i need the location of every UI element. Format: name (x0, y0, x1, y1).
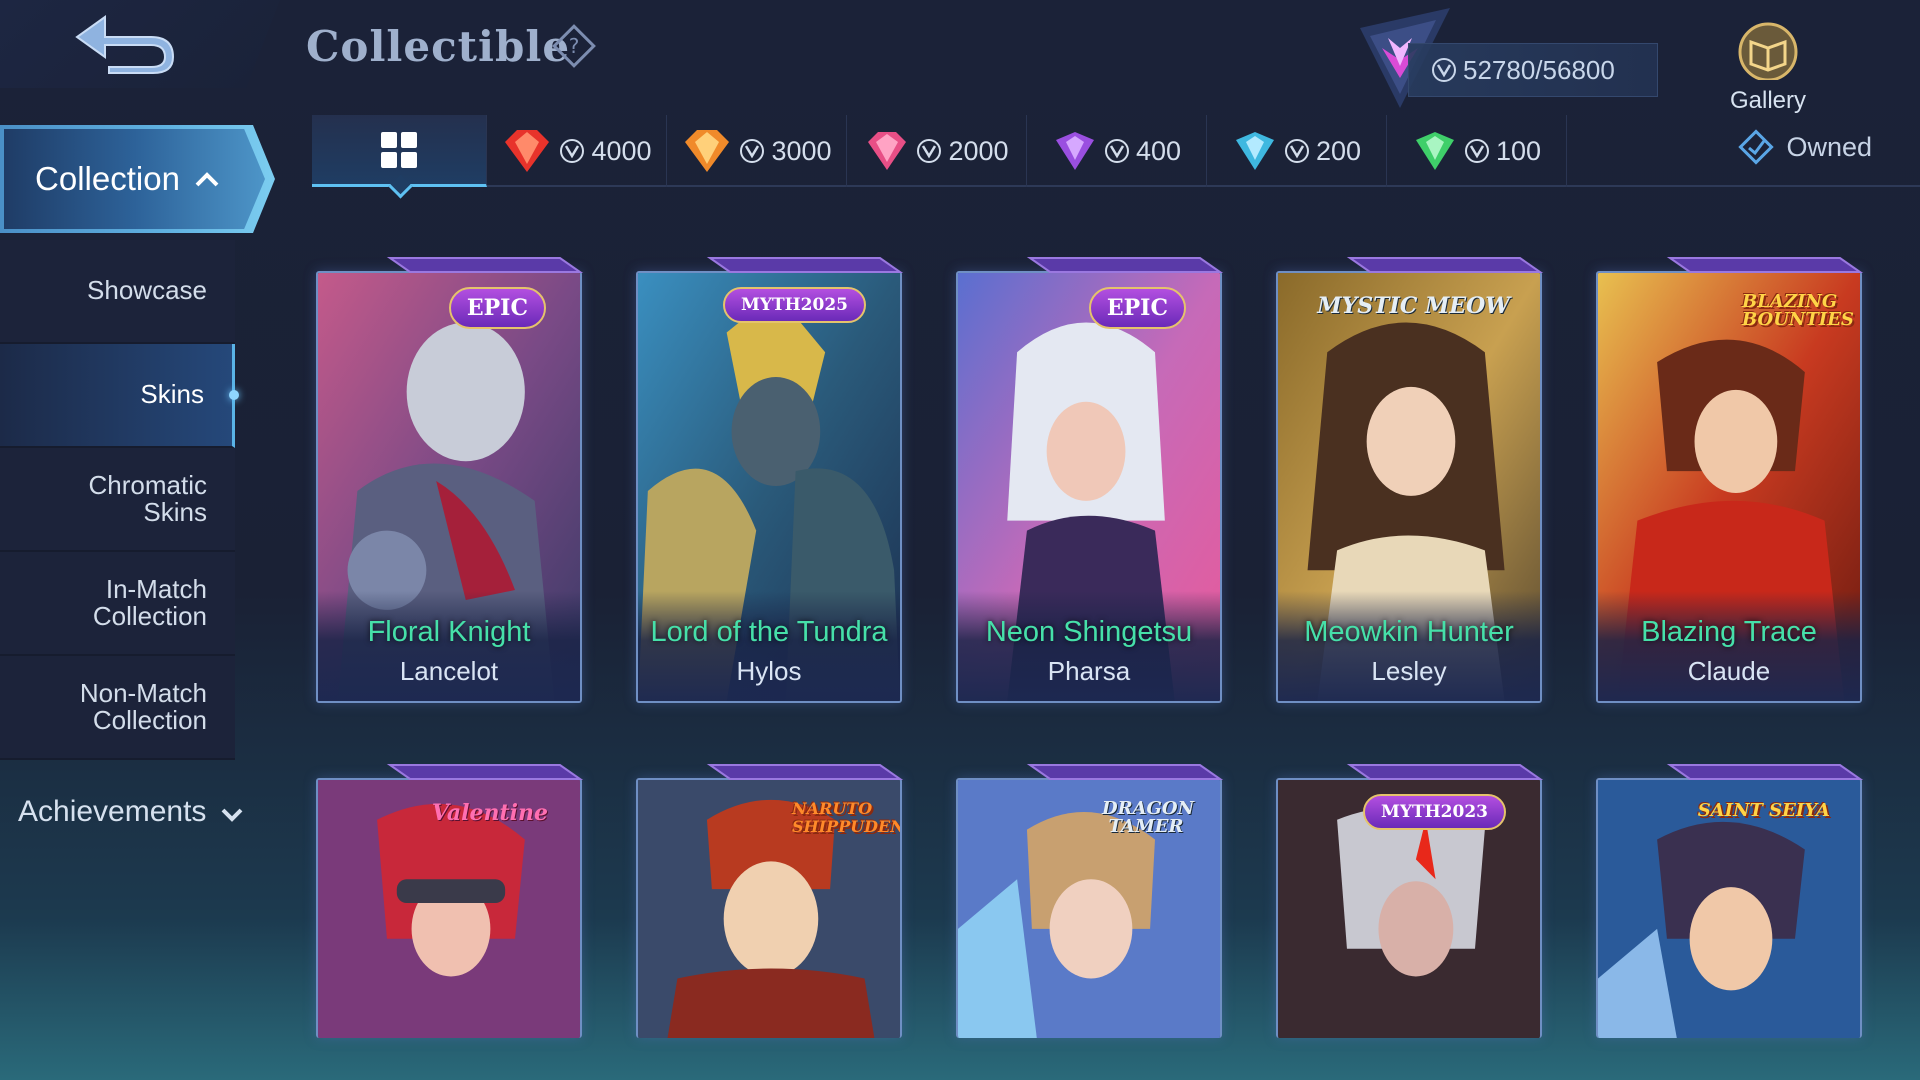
event-logo: MYSTIC MEOW (1317, 293, 1510, 319)
owned-diamond-icon (1738, 129, 1775, 165)
event-logo: SAINT SEIYA (1697, 800, 1830, 821)
gallery-icon (1738, 22, 1798, 82)
svg-text:?: ? (569, 34, 580, 58)
skin-card[interactable]: MYSTIC MEOW Meowkin Hunter Lesley (1276, 271, 1542, 703)
tab-3000[interactable]: 3000 (667, 115, 847, 187)
tab-100[interactable]: 100 (1387, 115, 1567, 187)
tab-value: 400 (1135, 135, 1182, 166)
event-logo: BLAZING BOUNTIES (1742, 291, 1854, 330)
skin-name: Lord of the Tundra (650, 616, 888, 648)
help-diamond-icon[interactable]: ? (550, 22, 598, 70)
skin-card[interactable]: EPIC Floral Knight Lancelot (316, 271, 582, 703)
rarity-badge: EPIC (448, 287, 546, 329)
rarity-badge: EPIC (1088, 287, 1186, 329)
coin-icon (560, 139, 585, 163)
hero-name: Hylos (736, 656, 802, 686)
owned-label: Owned (1786, 131, 1872, 162)
collection-points: 52780/56800 (1340, 8, 1660, 108)
sidebar-item-label: In-Match Collection (92, 573, 207, 631)
chevron-down-icon (222, 808, 243, 822)
coin-icon (740, 139, 765, 163)
rarity-filter-tabs: 4000 3000 2000 400 200 100 Owned (312, 115, 1920, 187)
tab-value: 200 (1315, 135, 1362, 166)
skin-name: Blazing Trace (1641, 616, 1817, 648)
back-arrow-icon (75, 15, 175, 74)
points-value: 52780/56800 (1463, 54, 1615, 85)
sidebar-item-in-match-collection[interactable]: In-Match Collection (0, 552, 235, 656)
sidebar-item-non-match-collection[interactable]: Non-Match Collection (0, 656, 235, 760)
nav-achievements-label: Achievements (18, 795, 207, 828)
sidebar-item-showcase[interactable]: Showcase (0, 240, 235, 344)
skin-card[interactable]: MYTH2025 Lord of the Tundra Hylos (636, 271, 902, 703)
coin-icon (1284, 139, 1309, 163)
tab-value: 2000 (948, 135, 1009, 166)
gallery-label: Gallery (1729, 87, 1807, 114)
skin-name: Neon Shingetsu (985, 616, 1193, 648)
page-title: Collectible (306, 22, 571, 71)
coin-icon (917, 139, 942, 163)
tab-2000[interactable]: 2000 (847, 115, 1027, 187)
skin-card[interactable]: SAINT SEIYA (1596, 778, 1862, 1038)
gem-icon (1415, 132, 1454, 170)
nav-collection-label: Collection (35, 160, 180, 197)
sidebar-item-label: Chromatic Skins (88, 469, 207, 527)
gem-icon (505, 130, 550, 172)
rarity-badge: MYTH2023 (1363, 794, 1506, 830)
hero-name: Lancelot (399, 656, 499, 686)
hero-name: Lesley (1371, 656, 1447, 686)
nav-achievements[interactable]: Achievements (18, 795, 244, 829)
owned-filter[interactable]: Owned (1736, 127, 1872, 167)
gem-icon (685, 130, 730, 172)
tab-200[interactable]: 200 (1207, 115, 1387, 187)
rarity-badge: MYTH2025 (723, 287, 866, 323)
sidebar-item-label: Showcase (87, 275, 207, 306)
hero-name: Pharsa (1047, 656, 1131, 686)
nav-collection[interactable]: Collection (0, 125, 275, 233)
coin-icon (1104, 139, 1129, 163)
skin-card[interactable]: BLAZING BOUNTIES Blazing Trace Claude (1596, 271, 1862, 703)
skin-card[interactable]: MYTH2023 (1276, 778, 1542, 1038)
sidebar-item-skins[interactable]: Skins (0, 344, 239, 448)
skin-card[interactable]: NARUTO SHIPPUDEN (636, 778, 902, 1038)
gem-icon (868, 132, 907, 170)
skin-name: Floral Knight (367, 616, 531, 648)
event-logo: NARUTO SHIPPUDEN (792, 799, 902, 836)
gem-icon (1055, 132, 1094, 170)
skin-name: Meowkin Hunter (1304, 616, 1514, 648)
skin-card[interactable]: Valentine (316, 778, 582, 1038)
collection-subnav: Showcase Skins Chromatic Skins In-Match … (0, 240, 239, 760)
tab-value: 3000 (771, 135, 832, 166)
gem-icon (1235, 132, 1274, 170)
chevron-up-icon (195, 172, 219, 187)
tab-value: 100 (1495, 135, 1542, 166)
grid-icon (381, 131, 417, 168)
event-logo: Valentine (431, 800, 548, 826)
sidebar-item-label: Skins (140, 379, 204, 410)
tab-value: 4000 (591, 135, 652, 166)
tab-4000[interactable]: 4000 (487, 115, 667, 187)
back-button[interactable] (0, 0, 280, 88)
event-logo: DRAGON TAMER (1102, 798, 1195, 837)
coin-icon (1432, 58, 1456, 82)
tab-all[interactable] (312, 115, 487, 187)
skin-card[interactable]: EPIC Neon Shingetsu Pharsa (956, 271, 1222, 703)
hero-name: Claude (1687, 656, 1771, 686)
tab-400[interactable]: 400 (1027, 115, 1207, 187)
sidebar-item-label: Non-Match Collection (79, 677, 207, 735)
sidebar-item-chromatic-skins[interactable]: Chromatic Skins (0, 448, 235, 552)
gallery-button[interactable]: Gallery (1716, 20, 1820, 114)
coin-icon (1464, 139, 1489, 163)
skin-card[interactable]: DRAGON TAMER (956, 778, 1222, 1038)
